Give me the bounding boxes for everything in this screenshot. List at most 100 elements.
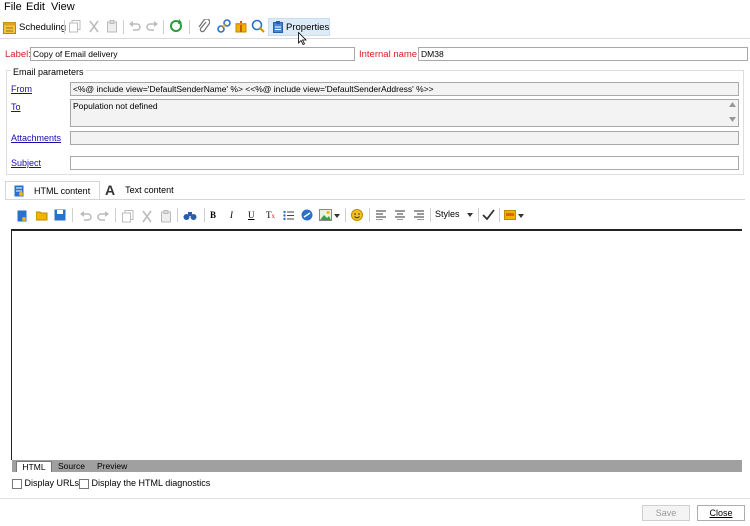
bold-icon[interactable]: B bbox=[210, 210, 216, 220]
find-binoculars-icon[interactable] bbox=[183, 210, 197, 221]
toolbar-separator bbox=[177, 208, 178, 222]
attachment-icon[interactable] bbox=[198, 18, 211, 36]
tab-source[interactable]: Source bbox=[54, 461, 89, 472]
toolbar-separator bbox=[115, 208, 116, 222]
open-folder-icon[interactable] bbox=[36, 210, 48, 221]
menu-file[interactable]: File bbox=[4, 1, 22, 13]
menu-bar: File Edit View bbox=[0, 0, 750, 14]
menu-view[interactable]: View bbox=[51, 1, 75, 13]
label-input[interactable]: Copy of Email delivery bbox=[30, 47, 355, 61]
italic-icon[interactable]: I bbox=[230, 210, 233, 220]
align-right-icon[interactable] bbox=[414, 210, 424, 220]
tab-divider bbox=[5, 199, 745, 200]
cut-icon[interactable] bbox=[88, 20, 100, 36]
save-icon[interactable] bbox=[54, 209, 66, 221]
tab-text-label: Text content bbox=[125, 185, 174, 195]
emoji-icon[interactable] bbox=[351, 209, 363, 221]
chevron-down-icon[interactable] bbox=[518, 214, 524, 218]
email-parameters-title: Email parameters bbox=[11, 67, 86, 77]
display-urls-option[interactable]: Display URLs bbox=[12, 478, 79, 489]
internal-name-input[interactable]: DM38 bbox=[418, 47, 748, 61]
display-urls-checkbox[interactable] bbox=[12, 478, 22, 489]
chevron-down-icon[interactable] bbox=[334, 214, 340, 218]
insert-image-icon[interactable] bbox=[319, 209, 332, 221]
scheduling-label: Scheduling bbox=[19, 21, 67, 33]
redo-icon[interactable] bbox=[146, 20, 159, 35]
link-icon[interactable] bbox=[217, 19, 231, 36]
underline-icon[interactable]: U bbox=[248, 210, 255, 220]
toolbar-separator bbox=[64, 20, 65, 34]
attachments-field[interactable] bbox=[70, 131, 739, 145]
save-button[interactable]: Save bbox=[642, 505, 690, 521]
paste-icon[interactable] bbox=[106, 20, 118, 36]
html-editor-area[interactable] bbox=[11, 229, 742, 460]
calendar-icon bbox=[3, 21, 16, 34]
toolbar-separator bbox=[204, 208, 205, 222]
subject-input[interactable] bbox=[70, 156, 739, 170]
insert-block-icon[interactable] bbox=[504, 210, 516, 220]
toolbar-separator bbox=[163, 20, 164, 34]
editor-toolbar: B I U Tx Styles bbox=[12, 206, 742, 226]
attachments-link[interactable]: Attachments bbox=[11, 133, 61, 143]
main-toolbar: Scheduling Properties bbox=[0, 16, 750, 45]
display-diagnostics-label: Display the HTML diagnostics bbox=[91, 478, 211, 488]
personalization-icon[interactable] bbox=[251, 19, 265, 36]
to-scrollbar[interactable] bbox=[727, 100, 738, 126]
toolbar-separator bbox=[499, 208, 500, 222]
text-format-icon: A bbox=[105, 182, 116, 198]
styles-dropdown[interactable]: Styles bbox=[433, 208, 475, 222]
html-doc-icon bbox=[14, 185, 24, 197]
close-button[interactable]: Close bbox=[697, 505, 745, 521]
close-label: Close bbox=[709, 508, 733, 518]
internal-name-caption: Internal name: bbox=[359, 49, 420, 60]
label-caption: Label: bbox=[5, 49, 31, 60]
refresh-icon[interactable] bbox=[169, 19, 183, 36]
tab-html[interactable]: HTML bbox=[16, 461, 52, 472]
tab-html-label: HTML content bbox=[34, 186, 91, 196]
toolbar-separator bbox=[345, 208, 346, 222]
toolbar-separator bbox=[369, 208, 370, 222]
display-urls-label: Display URLs bbox=[24, 478, 80, 488]
spellcheck-icon[interactable] bbox=[482, 209, 495, 221]
from-link[interactable]: From bbox=[11, 84, 32, 94]
scroll-up-icon[interactable] bbox=[729, 102, 736, 107]
toolbar-separator bbox=[72, 208, 73, 222]
from-field[interactable]: <%@ include view='DefaultSenderName' %> … bbox=[70, 82, 739, 96]
new-document-icon[interactable] bbox=[17, 209, 27, 222]
display-diagnostics-checkbox[interactable] bbox=[79, 478, 89, 489]
to-field[interactable]: Population not defined bbox=[70, 99, 739, 127]
paste-icon[interactable] bbox=[160, 210, 172, 223]
tab-text-content[interactable]: A Text content bbox=[101, 181, 191, 199]
display-diagnostics-option[interactable]: Display the HTML diagnostics bbox=[79, 478, 210, 489]
clear-format-icon[interactable]: Tx bbox=[266, 210, 275, 220]
chevron-down-icon bbox=[467, 213, 473, 217]
clipboard-icon bbox=[273, 21, 283, 33]
subject-link[interactable]: Subject bbox=[11, 158, 41, 168]
align-center-icon[interactable] bbox=[395, 210, 405, 220]
scroll-down-icon[interactable] bbox=[729, 117, 736, 122]
insert-link-icon[interactable] bbox=[301, 209, 314, 222]
copy-icon[interactable] bbox=[69, 20, 81, 36]
align-left-icon[interactable] bbox=[376, 210, 386, 220]
gift-icon[interactable] bbox=[235, 19, 247, 36]
mouse-cursor-icon bbox=[298, 32, 307, 45]
editor-mode-tabs: HTML Source Preview bbox=[12, 460, 742, 472]
to-link[interactable]: To bbox=[11, 102, 21, 112]
redo-icon[interactable] bbox=[97, 210, 110, 222]
tab-html-content[interactable]: HTML content bbox=[5, 181, 100, 200]
toolbar-separator bbox=[478, 208, 479, 222]
styles-label: Styles bbox=[435, 209, 460, 219]
undo-icon[interactable] bbox=[128, 20, 141, 35]
scheduling-button[interactable]: Scheduling bbox=[3, 18, 66, 36]
undo-icon[interactable] bbox=[79, 210, 92, 222]
properties-label: Properties bbox=[286, 22, 330, 33]
tab-preview[interactable]: Preview bbox=[93, 461, 131, 472]
toolbar-separator bbox=[430, 208, 431, 222]
copy-icon[interactable] bbox=[122, 210, 134, 223]
toolbar-separator bbox=[123, 20, 124, 34]
cut-icon[interactable] bbox=[141, 210, 153, 223]
footer-divider bbox=[0, 498, 750, 499]
menu-edit[interactable]: Edit bbox=[26, 1, 45, 13]
toolbar-separator bbox=[189, 20, 190, 34]
bullet-list-icon[interactable] bbox=[283, 210, 294, 221]
